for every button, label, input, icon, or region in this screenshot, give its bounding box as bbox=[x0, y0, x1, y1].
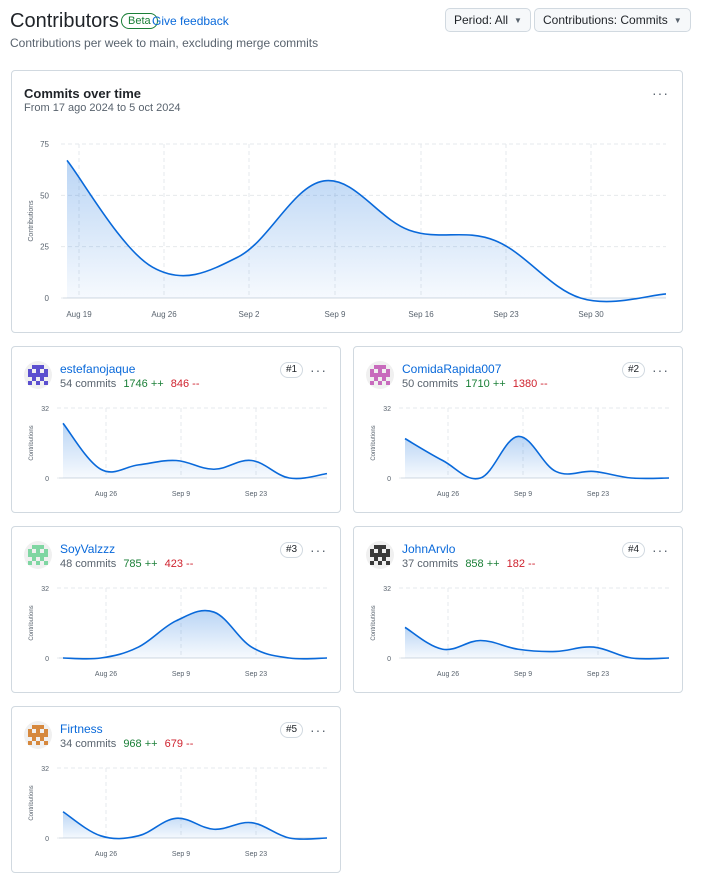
x-tick-label: Aug 26 bbox=[95, 851, 117, 858]
x-tick-label: Aug 19 bbox=[66, 310, 92, 319]
contributor-card: JohnArvlo 37 commits 858 ++ 182 -- #4 ··… bbox=[353, 526, 683, 693]
page-title: Contributors bbox=[10, 10, 119, 32]
x-tick-label: Sep 9 bbox=[514, 671, 532, 678]
period-dropdown-button[interactable]: Period: All ▼ bbox=[445, 8, 531, 32]
x-tick-label: Sep 2 bbox=[239, 310, 260, 319]
x-tick-label: Sep 9 bbox=[325, 310, 346, 319]
x-tick-label: Sep 9 bbox=[172, 671, 190, 678]
chevron-down-icon: ▼ bbox=[673, 15, 682, 25]
y-tick-label: 0 bbox=[387, 656, 391, 663]
x-tick-label: Sep 9 bbox=[172, 851, 190, 858]
y-tick-label: 32 bbox=[41, 766, 49, 773]
series-area bbox=[405, 436, 669, 479]
x-tick-label: Sep 23 bbox=[245, 851, 267, 858]
y-axis-label: Contributions bbox=[29, 425, 35, 460]
y-tick-label: 0 bbox=[45, 476, 49, 483]
contributions-dropdown-button[interactable]: Contributions: Commits ▼ bbox=[534, 8, 691, 32]
series-area bbox=[63, 610, 327, 659]
y-axis-label: Contributions bbox=[29, 605, 35, 640]
x-tick-label: Sep 9 bbox=[172, 491, 190, 498]
contributor-chart: 32 0 Aug 26 Sep 9 Sep 23 Contributions bbox=[29, 406, 328, 498]
y-tick-label: 0 bbox=[45, 656, 49, 663]
y-tick-label: 0 bbox=[45, 294, 50, 303]
y-axis-label: Contributions bbox=[29, 785, 35, 820]
give-feedback-link[interactable]: Give feedback bbox=[152, 14, 229, 28]
series-area bbox=[63, 811, 327, 840]
x-tick-label: Sep 23 bbox=[493, 310, 519, 319]
y-tick-label: 0 bbox=[45, 836, 49, 843]
contributor-chart: 32 0 Aug 26 Sep 9 Sep 23 Contributions bbox=[371, 586, 670, 678]
series-area bbox=[405, 627, 669, 659]
x-tick-label: Sep 23 bbox=[587, 671, 609, 678]
y-tick-label: 75 bbox=[40, 140, 49, 149]
main-chart: 75 50 25 0 Aug 19 Aug 26 Sep 2 Sep 9 Sep 16 Sep 2… bbox=[28, 140, 667, 319]
x-tick-label: Aug 26 bbox=[437, 491, 459, 498]
y-axis-label: Contributions bbox=[371, 425, 377, 460]
x-tick-label: Aug 26 bbox=[95, 671, 117, 678]
x-tick-label: Aug 26 bbox=[437, 671, 459, 678]
contributions-dropdown-label: Contributions: Commits bbox=[543, 13, 668, 27]
contributor-chart: 32 0 Aug 26 Sep 9 Sep 23 Contributions bbox=[371, 406, 670, 498]
x-tick-label: Aug 26 bbox=[151, 310, 177, 319]
series-area bbox=[67, 160, 666, 302]
x-tick-label: Sep 30 bbox=[578, 310, 604, 319]
contributor-card: Firtness 34 commits 968 ++ 679 -- #5 ···… bbox=[11, 706, 341, 873]
y-tick-label: 32 bbox=[41, 406, 49, 413]
period-dropdown-label: Period: All bbox=[454, 13, 509, 27]
y-tick-label: 25 bbox=[40, 243, 49, 252]
contributor-chart: 32 0 Aug 26 Sep 9 Sep 23 Contributions bbox=[29, 586, 328, 678]
contributor-chart: 32 0 Aug 26 Sep 9 Sep 23 Contributions bbox=[29, 766, 328, 858]
chevron-down-icon: ▼ bbox=[514, 15, 522, 25]
contributor-card: estefanojaque 54 commits 1746 ++ 846 -- … bbox=[11, 346, 341, 513]
commits-over-time-card: Commits over time From 17 ago 2024 to 5 … bbox=[11, 70, 683, 333]
page-subtitle: Contributions per week to main, excludin… bbox=[10, 36, 319, 50]
contributor-card: ComidaRapida007 50 commits 1710 ++ 1380 … bbox=[353, 346, 683, 513]
y-tick-label: 32 bbox=[383, 586, 391, 593]
y-axis-label: Contributions bbox=[28, 200, 35, 242]
y-axis-label: Contributions bbox=[371, 605, 377, 640]
y-tick-label: 32 bbox=[41, 586, 49, 593]
y-tick-label: 50 bbox=[40, 191, 49, 200]
y-tick-label: 32 bbox=[383, 406, 391, 413]
x-tick-label: Sep 23 bbox=[245, 491, 267, 498]
x-tick-label: Sep 16 bbox=[408, 310, 434, 319]
x-tick-label: Sep 23 bbox=[245, 671, 267, 678]
x-tick-label: Aug 26 bbox=[95, 491, 117, 498]
y-tick-label: 0 bbox=[387, 476, 391, 483]
x-tick-label: Sep 9 bbox=[514, 491, 532, 498]
x-tick-label: Sep 23 bbox=[587, 491, 609, 498]
contributor-card: SoyValzzz 48 commits 785 ++ 423 -- #3 ··… bbox=[11, 526, 341, 693]
